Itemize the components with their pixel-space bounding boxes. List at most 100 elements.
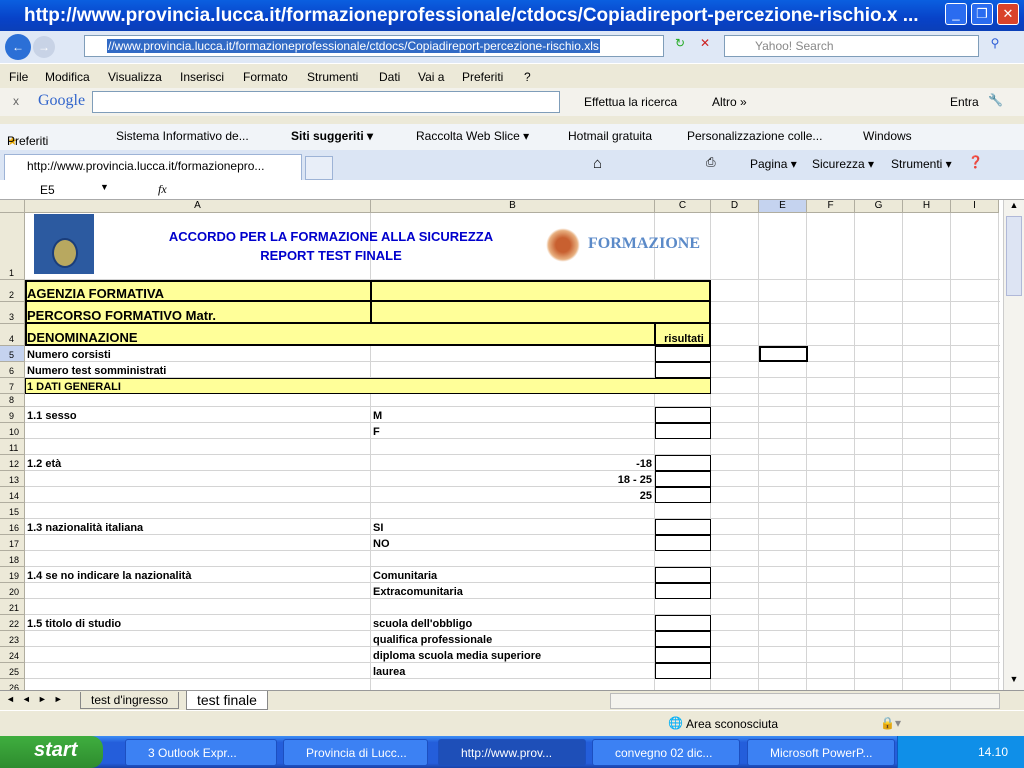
page-menu[interactable]: Pagina ▾ (750, 157, 797, 171)
maximize-button[interactable]: ❐ (971, 3, 993, 25)
google-search-input[interactable] (92, 91, 560, 113)
task-outlook[interactable]: 3 Outlook Expr... (125, 739, 277, 766)
row-header-24[interactable]: 24 (0, 647, 25, 663)
row-header-13[interactable]: 13 (0, 471, 25, 487)
menu-modifica[interactable]: Modifica (45, 70, 90, 84)
formula-input[interactable] (172, 180, 1024, 199)
row-header-23[interactable]: 23 (0, 631, 25, 647)
help-icon[interactable]: ❓ (968, 155, 983, 169)
task-ie[interactable]: http://www.prov... (438, 739, 586, 766)
row-header-14[interactable]: 14 (0, 487, 25, 503)
protected-mode-icon[interactable]: 🔒▾ (880, 716, 901, 730)
row-header-15[interactable]: 15 (0, 503, 25, 519)
task-provincia[interactable]: Provincia di Lucc... (283, 739, 428, 766)
row-header-18[interactable]: 18 (0, 551, 25, 567)
home-icon[interactable]: ⌂ (593, 155, 602, 172)
more-button[interactable]: Altro » (712, 95, 747, 109)
column-header-E[interactable]: E (759, 200, 807, 213)
cell-B19[interactable]: Comunitaria (371, 567, 655, 583)
row-header-1[interactable]: 1 (0, 213, 25, 280)
result-cell-C16[interactable] (655, 519, 711, 535)
cell-B23[interactable]: qualifica professionale (371, 631, 655, 647)
cell-A6[interactable]: Numero test somministrati (25, 362, 371, 378)
cell-B16[interactable]: SI (371, 519, 655, 535)
result-cell-C23[interactable] (655, 631, 711, 647)
column-header-H[interactable]: H (903, 200, 951, 213)
result-cell-C13[interactable] (655, 471, 711, 487)
selected-cell-E5[interactable] (759, 346, 808, 362)
result-cell-C24[interactable] (655, 647, 711, 663)
cell-C4[interactable]: risultati (655, 324, 711, 346)
menu-visualizza[interactable]: Visualizza (108, 70, 162, 84)
name-box-dropdown-icon[interactable]: ▼ (100, 182, 109, 192)
column-header-G[interactable]: G (855, 200, 903, 213)
address-bar[interactable]: //www.provincia.lucca.it/formazioneprofe… (84, 35, 664, 57)
column-header-A[interactable]: A (25, 200, 371, 213)
forward-button[interactable]: → (33, 36, 55, 58)
row-header-8[interactable]: 8 (0, 394, 25, 407)
result-cell-C10[interactable] (655, 423, 711, 439)
menu-strumenti[interactable]: Strumenti (307, 70, 358, 84)
name-box[interactable]: E5 (40, 183, 55, 197)
fav-hotmail[interactable]: Hotmail gratuita (568, 129, 652, 143)
stop-icon[interactable]: ✕ (695, 36, 715, 56)
refresh-icon[interactable]: ↻ (670, 36, 690, 56)
cell-B12[interactable]: -18 (371, 455, 655, 471)
menu-vai-a[interactable]: Vai a (418, 70, 444, 84)
result-cell-C9[interactable] (655, 407, 711, 423)
row-header-12[interactable]: 12 (0, 455, 25, 471)
result-cell-C14[interactable] (655, 487, 711, 503)
browser-tab[interactable]: http://www.provincia.lucca.it/formazione… (4, 154, 302, 180)
cell-A19[interactable]: 1.4 se no indicare la nazionalità (25, 567, 371, 583)
result-cell-C25[interactable] (655, 663, 711, 679)
menu-help[interactable]: ? (524, 70, 531, 84)
cell-B14[interactable]: 25 (371, 487, 655, 503)
fav-windows[interactable]: Windows (863, 129, 912, 143)
result-cell-C17[interactable] (655, 535, 711, 551)
row-header-10[interactable]: 10 (0, 423, 25, 439)
menu-inserisci[interactable]: Inserisci (180, 70, 224, 84)
security-menu[interactable]: Sicurezza ▾ (812, 157, 874, 171)
row-header-16[interactable]: 16 (0, 519, 25, 535)
close-button[interactable]: ✕ (997, 3, 1019, 25)
print-icon[interactable]: ⎙ (706, 155, 716, 170)
new-tab-button[interactable] (305, 156, 333, 180)
result-cell-C6[interactable] (655, 362, 711, 378)
search-icon[interactable]: ⚲ (984, 36, 1006, 56)
cell-A16[interactable]: 1.3 nazionalità italiana (25, 519, 371, 535)
wrench-icon[interactable]: 🔧 (988, 93, 1003, 107)
column-header-D[interactable]: D (711, 200, 759, 213)
row-header-25[interactable]: 25 (0, 663, 25, 679)
tools-menu[interactable]: Strumenti ▾ (891, 157, 952, 171)
signin-button[interactable]: Entra (950, 95, 979, 109)
cell-A3[interactable]: PERCORSO FORMATIVO Matr. (25, 302, 371, 324)
column-header-F[interactable]: F (807, 200, 855, 213)
fav-sistema[interactable]: Sistema Informativo de... (116, 129, 249, 143)
select-all[interactable] (0, 200, 25, 213)
row-header-19[interactable]: 19 (0, 567, 25, 583)
row-header-20[interactable]: 20 (0, 583, 25, 599)
cell-B24[interactable]: diploma scuola media superiore (371, 647, 655, 663)
google-search-button[interactable]: Effettua la ricerca (584, 95, 677, 109)
row-header-22[interactable]: 22 (0, 615, 25, 631)
fav-siti-suggeriti[interactable]: Siti suggeriti ▾ (291, 129, 373, 143)
column-header-C[interactable]: C (655, 200, 711, 213)
cell-B9[interactable]: M (371, 407, 655, 423)
row-header-17[interactable]: 17 (0, 535, 25, 551)
sheet-tab-finale[interactable]: test finale (186, 691, 268, 710)
cell-A9[interactable]: 1.1 sesso (25, 407, 371, 423)
menu-preferiti[interactable]: Preferiti (462, 70, 503, 84)
row-header-21[interactable]: 21 (0, 599, 25, 615)
sheet-nav-buttons[interactable]: ◄◄►► (6, 694, 70, 704)
result-cell-C20[interactable] (655, 583, 711, 599)
cell-B22[interactable]: scuola dell'obbligo (371, 615, 655, 631)
task-convegno[interactable]: convegno 02 dic... (592, 739, 740, 766)
cell-B25[interactable]: laurea (371, 663, 655, 679)
fav-web-slice[interactable]: Raccolta Web Slice ▾ (416, 129, 529, 143)
menu-file[interactable]: File (9, 70, 28, 84)
result-cell-C19[interactable] (655, 567, 711, 583)
row-header-2[interactable]: 2 (0, 280, 25, 302)
result-cell-C22[interactable] (655, 615, 711, 631)
search-input[interactable]: Yahoo! Search (724, 35, 979, 57)
menu-dati[interactable]: Dati (379, 70, 400, 84)
